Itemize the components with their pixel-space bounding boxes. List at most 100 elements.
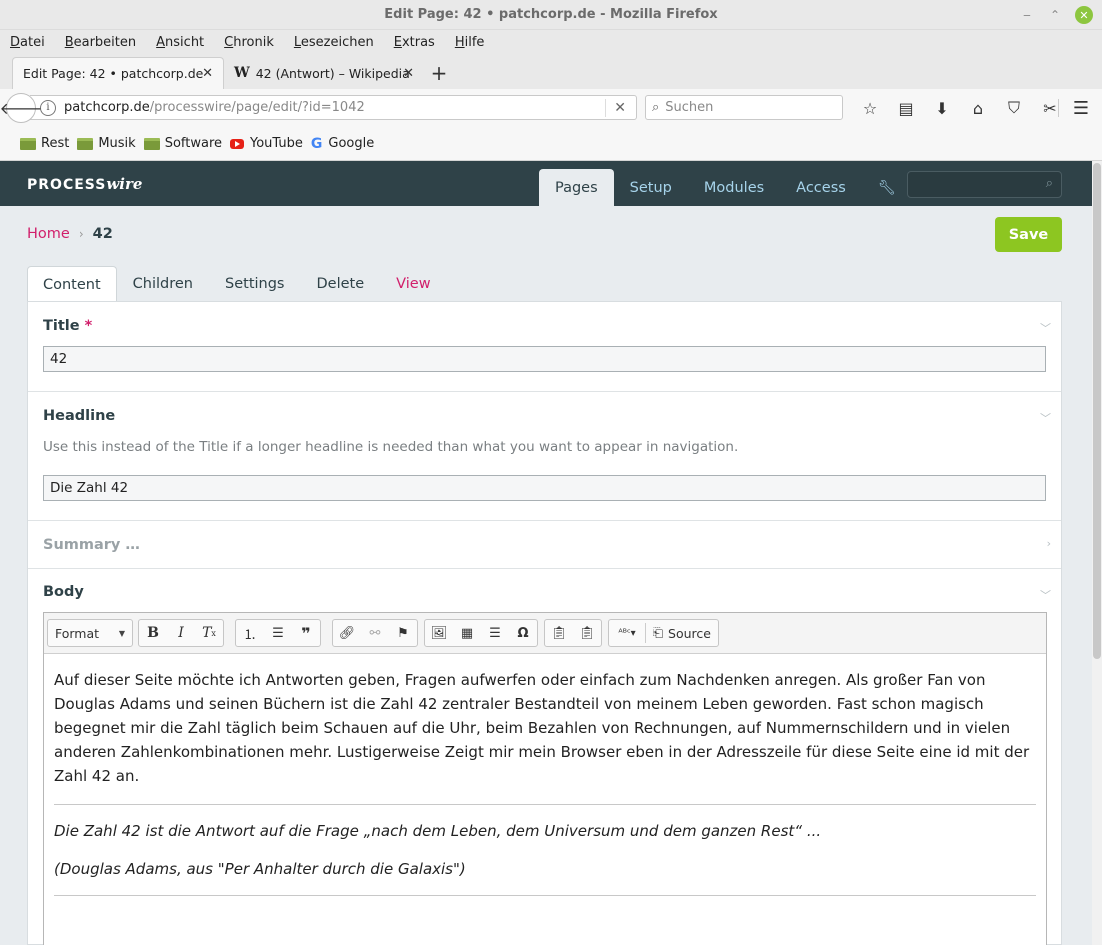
image-icon[interactable]: 🖼︎ <box>425 620 453 646</box>
wrench-icon[interactable]: 🔧︎ <box>862 169 912 206</box>
new-tab-icon[interactable]: + <box>424 57 454 89</box>
body-paragraph: Auf dieser Seite möchte ich Antworten ge… <box>54 671 1030 785</box>
maximize-icon[interactable]: ⌃ <box>1046 6 1064 24</box>
menu-hilfe[interactable]: Hilfe <box>455 35 485 50</box>
tab-settings[interactable]: Settings <box>209 266 300 302</box>
required-mark: * <box>84 318 93 334</box>
body-citation: (Douglas Adams, aus "Per Anhalter durch … <box>54 860 466 878</box>
rich-text-editor: Format ▼ B I Tx ⒈ ☰ ❞ 🔗︎ ⚯ ⚑ 🖼︎ ▦ ☰ Ω 📋︎… <box>43 612 1047 945</box>
reading-list-icon[interactable]: ▤ <box>888 97 924 119</box>
horizontal-rule-icon[interactable]: ☰ <box>481 620 509 646</box>
paste-text-icon[interactable]: 📋︎ <box>545 620 573 646</box>
pocket-icon[interactable]: ⛉ <box>996 97 1032 119</box>
processwire-logo[interactable]: PROCESSwire <box>27 175 142 193</box>
paste-word-icon[interactable]: 📋︎ <box>573 620 601 646</box>
minimize-icon[interactable]: ‒ <box>1018 6 1036 24</box>
bookmark-label: Google <box>328 136 375 151</box>
toolbar-icons: ☆ ▤ ⬇ ⌂ ⛉ ✂ <box>852 97 1068 119</box>
tab-label: Edit Page: 42 • patchcorp.de <box>23 66 204 81</box>
headline-input[interactable]: Die Zahl 42 <box>43 475 1046 501</box>
summary-label[interactable]: Summary … <box>43 537 140 553</box>
toolbar-group-text: B I Tx <box>138 619 224 647</box>
search-input[interactable]: ⌕ Suchen <box>645 95 843 120</box>
tab-label: 42 (Antwort) – Wikipedia <box>255 65 410 81</box>
bookmark-youtube[interactable]: YouTube <box>230 136 303 151</box>
close-tab-icon[interactable]: ✕ <box>202 66 213 81</box>
extension-icon[interactable]: ✂ <box>1032 97 1068 119</box>
spellcheck-icon[interactable]: ᴬᴮᶜ▾ <box>609 620 645 646</box>
menu-datei[interactable]: Datei <box>10 35 45 50</box>
save-button[interactable]: Save <box>995 217 1062 252</box>
numbered-list-icon[interactable]: ⒈ <box>236 620 264 646</box>
menu-bar: Datei Bearbeiten Ansicht Chronik Lesezei… <box>0 30 1102 54</box>
clear-url-icon[interactable]: ✕ <box>614 100 626 116</box>
bookmark-software[interactable]: Software <box>143 136 222 151</box>
special-char-icon[interactable]: Ω <box>509 620 537 646</box>
scrollbar-thumb[interactable] <box>1093 163 1101 659</box>
url-bar[interactable]: i patchcorp.de/processwire/page/edit/?id… <box>30 95 637 120</box>
menu-lesezeichen[interactable]: Lesezeichen <box>294 35 374 50</box>
headline-label[interactable]: Headline <box>43 408 115 424</box>
tab-children[interactable]: Children <box>117 266 209 302</box>
bookmark-musik[interactable]: Musik <box>77 136 136 151</box>
bookmark-google[interactable]: G Google <box>311 136 374 152</box>
menu-chronik[interactable]: Chronik <box>224 35 274 50</box>
breadcrumb-home[interactable]: Home <box>27 226 70 242</box>
processwire-header: PROCESSwire Pages Setup Modules Access 🔧… <box>0 161 1092 206</box>
editor-content[interactable]: Auf dieser Seite möchte ich Antworten ge… <box>54 668 1036 910</box>
blockquote-icon[interactable]: ❞ <box>292 620 320 646</box>
remove-format-icon[interactable]: Tx <box>195 620 223 646</box>
editor-toolbar: Format ▼ B I Tx ⒈ ☰ ❞ 🔗︎ ⚯ ⚑ 🖼︎ ▦ ☰ Ω 📋︎… <box>44 613 1046 654</box>
table-icon[interactable]: ▦ <box>453 620 481 646</box>
bookmark-rest[interactable]: Rest <box>20 136 69 151</box>
download-icon[interactable]: ⬇ <box>924 97 960 119</box>
tab-delete[interactable]: Delete <box>301 266 381 302</box>
bulleted-list-icon[interactable]: ☰ <box>264 620 292 646</box>
url-path: /processwire/page/edit/?id=1042 <box>149 100 365 115</box>
search-icon: ⌕ <box>652 100 660 115</box>
breadcrumb: Home › 42 <box>27 226 113 242</box>
link-icon[interactable]: 🔗︎ <box>333 620 361 646</box>
caret-down-icon: ▼ <box>118 628 125 638</box>
youtube-icon <box>230 138 245 149</box>
bookmark-star-icon[interactable]: ☆ <box>852 97 888 119</box>
chevron-right-icon: › <box>78 227 84 241</box>
chevron-down-icon[interactable]: ﹀ <box>1040 410 1051 426</box>
tab-view[interactable]: View <box>380 266 446 302</box>
format-select[interactable]: Format ▼ <box>47 619 133 647</box>
menu-extras[interactable]: Extras <box>394 35 435 50</box>
italic-icon[interactable]: I <box>167 620 195 646</box>
browser-tab-wikipedia[interactable]: W 42 (Antwort) – Wikipedia ✕ <box>224 57 424 89</box>
admin-search-input[interactable]: ⌕ <box>907 171 1062 198</box>
bold-icon[interactable]: B <box>139 620 167 646</box>
search-icon: ⌕ <box>1045 176 1053 191</box>
home-icon[interactable]: ⌂ <box>960 97 996 119</box>
bookmarks-bar: Rest Musik Software YouTube G Google <box>0 127 1102 161</box>
anchor-flag-icon[interactable]: ⚑ <box>389 620 417 646</box>
field-summary[interactable]: Summary … › <box>28 521 1061 569</box>
unlink-icon[interactable]: ⚯ <box>361 620 389 646</box>
nav-setup[interactable]: Setup <box>614 169 688 206</box>
source-button[interactable]: ⎗ Source <box>646 625 718 641</box>
nav-pages[interactable]: Pages <box>539 169 614 206</box>
back-arrow-icon[interactable]: 🡐 <box>0 93 42 123</box>
body-label[interactable]: Body <box>43 584 84 600</box>
chevron-down-icon[interactable]: ﹀ <box>1040 587 1051 603</box>
chevron-down-icon[interactable]: ﹀ <box>1040 320 1051 336</box>
menu-ansicht[interactable]: Ansicht <box>156 35 204 50</box>
close-tab-icon[interactable]: ✕ <box>403 66 414 81</box>
title-input[interactable]: 42 <box>43 346 1046 372</box>
toolbar-group-paste: 📋︎ 📋︎ <box>544 619 602 647</box>
field-label[interactable]: Title * <box>43 318 92 334</box>
menu-bearbeiten[interactable]: Bearbeiten <box>65 35 136 50</box>
tab-content[interactable]: Content <box>27 266 117 302</box>
nav-access[interactable]: Access <box>780 169 862 206</box>
window-titlebar: Edit Page: 42 • patchcorp.de - Mozilla F… <box>0 0 1102 30</box>
toolbar-group-lists: ⒈ ☰ ❞ <box>235 619 321 647</box>
nav-modules[interactable]: Modules <box>688 169 780 206</box>
close-window-icon[interactable]: ✕ <box>1075 6 1093 24</box>
menu-hamburger-icon[interactable]: ☰ <box>1068 97 1094 119</box>
chevron-right-icon[interactable]: › <box>1047 537 1051 550</box>
folder-icon <box>143 137 160 150</box>
browser-tab-edit-page[interactable]: Edit Page: 42 • patchcorp.de ✕ <box>12 57 224 89</box>
